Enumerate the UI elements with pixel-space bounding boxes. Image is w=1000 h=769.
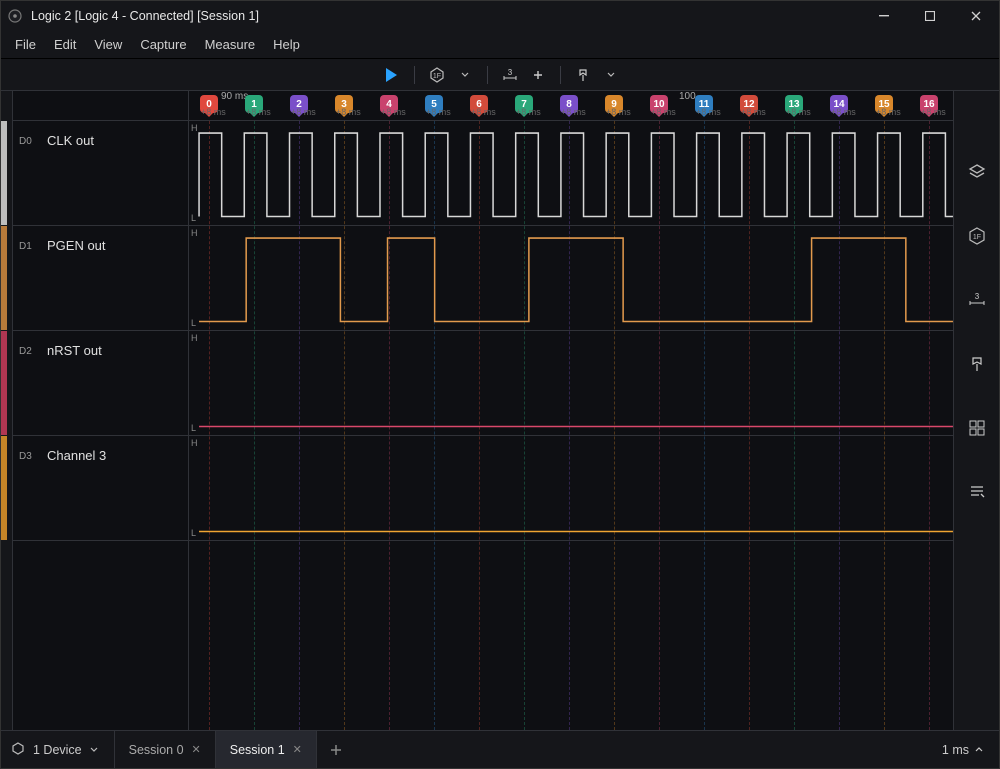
close-icon[interactable]: ✕	[293, 743, 302, 756]
chevron-up-icon	[975, 743, 983, 757]
plus-icon[interactable]	[526, 63, 550, 87]
chevron-down-icon[interactable]	[453, 63, 477, 87]
waveform-row-d2[interactable]: H L	[189, 331, 953, 436]
app-icon	[7, 8, 23, 24]
channel-label-d3[interactable]: D3 Channel 3	[13, 436, 188, 541]
layers-icon[interactable]	[966, 161, 988, 183]
tab-label: Session 1	[230, 743, 285, 757]
menu-view[interactable]: View	[86, 33, 130, 56]
channel-id: D1	[19, 241, 37, 252]
window-title: Logic 2 [Logic 4 - Connected] [Session 1…	[31, 9, 861, 23]
waveform-d2	[189, 331, 953, 437]
waveform-d1	[189, 226, 953, 332]
waveform-d0	[189, 121, 953, 227]
maximize-button[interactable]	[907, 1, 953, 31]
titlebar: Logic 2 [Logic 4 - Connected] [Session 1…	[1, 1, 999, 31]
channel-id: D3	[19, 451, 37, 462]
waveform-row-d1[interactable]: H L	[189, 226, 953, 331]
channel-label-d1[interactable]: D1 PGEN out	[13, 226, 188, 331]
channel-color-d0	[1, 121, 7, 225]
device-selector[interactable]: 1 Device	[1, 731, 115, 768]
close-icon[interactable]: ✕	[192, 743, 201, 756]
device-icon	[11, 741, 25, 758]
menu-help[interactable]: Help	[265, 33, 308, 56]
channel-id: D2	[19, 346, 37, 357]
menu-measure[interactable]: Measure	[197, 33, 264, 56]
notes-icon[interactable]	[966, 481, 988, 503]
timescale-display[interactable]: 1 ms	[926, 731, 999, 768]
flag-icon[interactable]	[966, 353, 988, 375]
ruler-label-100: 100	[679, 91, 696, 102]
trigger-button[interactable]: 1F	[425, 63, 449, 87]
device-count: 1 Device	[33, 743, 82, 757]
analyzer-icon[interactable]: 1F	[966, 225, 988, 247]
minimize-button[interactable]	[861, 1, 907, 31]
tab-session-0[interactable]: Session 0 ✕	[115, 731, 216, 768]
extensions-icon[interactable]	[966, 417, 988, 439]
timescale-value: 1 ms	[942, 743, 969, 757]
menu-edit[interactable]: Edit	[46, 33, 84, 56]
menu-file[interactable]: File	[7, 33, 44, 56]
tab-label: Session 0	[129, 743, 184, 757]
channel-label-d2[interactable]: D2 nRST out	[13, 331, 188, 436]
toolbar: 1F 3	[1, 59, 999, 91]
channel-name: PGEN out	[47, 238, 106, 253]
channel-name: CLK out	[47, 133, 94, 148]
play-button[interactable]	[378, 63, 404, 87]
ruler-spacer	[13, 91, 188, 121]
tab-session-1[interactable]: Session 1 ✕	[216, 731, 317, 768]
waveform-d3	[189, 436, 953, 542]
menu-capture[interactable]: Capture	[132, 33, 194, 56]
waveform-area[interactable]: 90 ms 100 0+8 ms1+8 ms2+8 ms3+8 ms4+8 ms…	[189, 91, 953, 730]
app-window: Logic 2 [Logic 4 - Connected] [Session 1…	[0, 0, 1000, 769]
main-content: D0 CLK out D1 PGEN out D2 nRST out D3 Ch…	[1, 91, 999, 730]
chevron-down-icon	[90, 743, 98, 757]
bottombar: 1 Device Session 0 ✕ Session 1 ✕ 1 ms	[1, 730, 999, 768]
svg-text:1F: 1F	[972, 234, 980, 241]
svg-text:1F: 1F	[432, 73, 440, 80]
menubar: File Edit View Capture Measure Help	[1, 31, 999, 59]
timing-marker-button[interactable]: 3	[498, 63, 522, 87]
channel-color-d1	[1, 226, 7, 330]
close-button[interactable]	[953, 1, 999, 31]
right-sidebar: 1F 3	[953, 91, 999, 730]
channel-name: nRST out	[47, 343, 102, 358]
channel-id: D0	[19, 136, 37, 147]
waveform-row-d3[interactable]: H L	[189, 436, 953, 541]
waveform-row-d0[interactable]: H L	[189, 121, 953, 226]
channel-color-d3	[1, 436, 7, 540]
svg-text:3: 3	[507, 68, 512, 77]
flag-button[interactable]	[571, 63, 595, 87]
svg-text:3: 3	[974, 292, 979, 301]
channel-label-d0[interactable]: D0 CLK out	[13, 121, 188, 226]
timing-icon[interactable]: 3	[966, 289, 988, 311]
channel-color-d2	[1, 331, 7, 435]
channel-label-column: D0 CLK out D1 PGEN out D2 nRST out D3 Ch…	[13, 91, 189, 730]
chevron-down-icon-2[interactable]	[599, 63, 623, 87]
add-tab-button[interactable]	[317, 731, 355, 768]
channel-name: Channel 3	[47, 448, 106, 463]
time-ruler[interactable]: 90 ms 100 0+8 ms1+8 ms2+8 ms3+8 ms4+8 ms…	[189, 91, 953, 121]
